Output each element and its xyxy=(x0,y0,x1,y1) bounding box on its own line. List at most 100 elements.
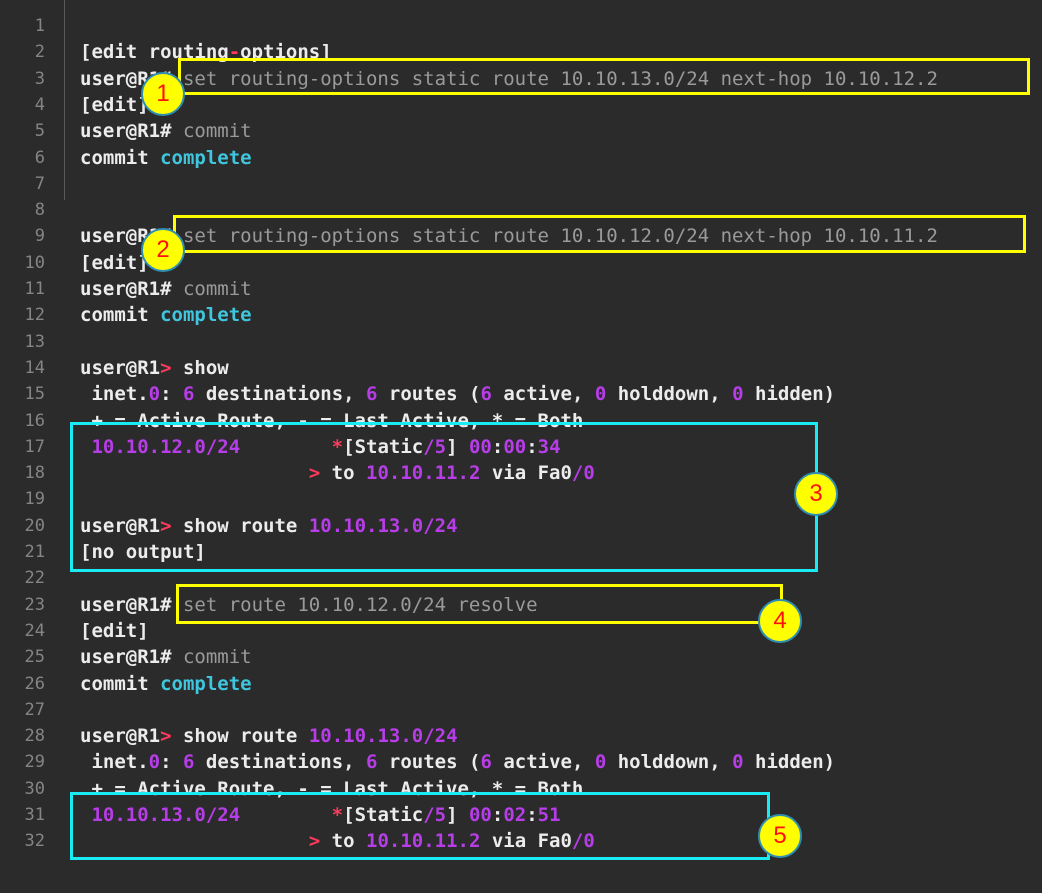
code-token: 00 xyxy=(468,804,492,826)
line-number: 21 xyxy=(24,542,45,562)
code-token: 10.10.11.2 xyxy=(366,830,481,853)
code-token: holddown, xyxy=(606,751,733,774)
line-number: 23 xyxy=(24,594,45,615)
line-number: 16 xyxy=(24,410,45,431)
code-token: : xyxy=(160,751,183,774)
line-number: 7 xyxy=(34,173,45,194)
code-token: active, xyxy=(491,751,595,774)
code-line: 14 user@R1> show xyxy=(0,355,1042,381)
code-token: commit xyxy=(80,304,161,327)
code-token: destinations, xyxy=(194,751,367,774)
code-token: /5 xyxy=(423,435,447,458)
code-token: to xyxy=(320,462,366,485)
code-line: 4 [edit] xyxy=(0,92,1042,118)
code-token: [Static xyxy=(343,804,424,826)
code-token: user@R1# xyxy=(80,593,183,616)
line-number: 18 xyxy=(24,463,45,484)
code-token: set routing-options static route 10.10.1… xyxy=(182,225,938,248)
code-token: : xyxy=(526,804,538,826)
line-code: + = Active Route, - = Last Active, * = B… xyxy=(80,776,583,802)
line-code: inet.0: 6 destinations, 6 routes (6 acti… xyxy=(80,381,835,407)
line-number: 20 xyxy=(24,515,45,536)
code-line: 32 > to 10.10.11.2 via Fa0/0 xyxy=(0,828,1042,854)
code-token: user@R1# xyxy=(80,278,183,300)
code-token: user@R1 xyxy=(80,725,161,748)
line-code: 10.10.12.0/24 *[Static/5] 00:00:34 xyxy=(80,434,560,460)
code-line: 10 [edit] xyxy=(0,250,1042,276)
line-code: [edit] xyxy=(80,92,149,118)
code-token: 6 xyxy=(366,383,378,406)
code-line: 11 user@R1# commit xyxy=(0,276,1042,302)
code-token: user@R1# xyxy=(80,646,183,669)
code-token: > xyxy=(160,514,172,537)
line-number: 25 xyxy=(24,647,45,668)
line-number: 17 xyxy=(24,436,45,457)
code-token: routes ( xyxy=(377,383,481,406)
code-token: commit xyxy=(80,672,161,695)
line-code: inet.0: 6 destinations, 6 routes (6 acti… xyxy=(80,749,835,775)
code-token: > xyxy=(160,356,172,379)
line-code: user@R1# set routing-options static rout… xyxy=(80,66,938,92)
code-token: 0 xyxy=(594,751,607,774)
code-token: 0 xyxy=(148,383,161,406)
line-number: 22 xyxy=(24,568,45,589)
code-token: ] xyxy=(446,804,469,826)
line-number: 29 xyxy=(24,752,45,773)
code-token: [edit] xyxy=(80,93,149,116)
code-token: 10.10.13.0/24 xyxy=(308,514,458,537)
code-line: 28 user@R1> show route 10.10.13.0/24 xyxy=(0,723,1042,749)
line-number: 9 xyxy=(34,226,45,247)
code-line: 8 xyxy=(0,197,1042,223)
code-line: 22 xyxy=(0,565,1042,591)
code-token: 10.10.11.2 xyxy=(366,462,481,485)
line-number: 5 xyxy=(34,121,45,142)
code-token: commit xyxy=(80,146,161,169)
line-number: 11 xyxy=(24,279,45,299)
code-token: 6 xyxy=(182,751,195,774)
code-token: * xyxy=(331,804,344,826)
code-token: active, xyxy=(491,383,595,406)
code-token: user@R1 xyxy=(80,356,161,379)
line-code: [edit] xyxy=(80,250,149,276)
code-token: : xyxy=(491,435,504,458)
code-editor[interactable]: 1 2 [edit routing-options] 3 user@R1# set ro… xyxy=(0,0,1042,893)
line-number: 14 xyxy=(24,357,45,378)
code-line: 5 user@R1# commit xyxy=(0,118,1042,144)
code-line: 30 + = Active Route, - = Last Active, * … xyxy=(0,776,1042,802)
line-code: commit complete xyxy=(80,671,252,697)
code-token: > xyxy=(308,830,321,853)
code-token: via Fa0 xyxy=(480,462,572,485)
code-line: 24 [edit] xyxy=(0,618,1042,644)
line-number: 28 xyxy=(24,726,45,747)
code-line: 12 commit complete xyxy=(0,302,1042,328)
line-number: 31 xyxy=(24,805,45,825)
code-token: : xyxy=(491,804,504,826)
line-code: user@R1> show route 10.10.13.0/24 xyxy=(80,723,458,749)
code-token: > xyxy=(308,462,321,485)
code-token: [edit routing xyxy=(80,41,229,64)
code-line: 25 user@R1# commit xyxy=(0,644,1042,670)
code-line: 29 inet.0: 6 destinations, 6 routes (6 a… xyxy=(0,749,1042,775)
code-token: show route xyxy=(171,725,309,748)
code-token: 0 xyxy=(732,383,744,406)
code-line: 2 [edit routing-options] xyxy=(0,39,1042,65)
code-token: 00 xyxy=(503,435,527,458)
code-token: options] xyxy=(240,41,332,64)
code-token: 0 xyxy=(594,383,607,406)
code-token: 10.10.13.0/24 xyxy=(80,804,241,826)
line-number: 6 xyxy=(34,147,45,168)
line-code: [edit] xyxy=(80,618,149,644)
code-token: > xyxy=(160,725,172,748)
line-number: 8 xyxy=(34,200,45,221)
code-token: commit xyxy=(182,278,252,300)
line-number: 24 xyxy=(24,620,45,641)
code-token: show xyxy=(171,356,229,379)
code-line: 21 [no output] xyxy=(0,539,1042,565)
code-token: [Static xyxy=(343,435,424,458)
code-token: [no output] xyxy=(80,541,206,563)
code-token: inet. xyxy=(80,751,149,774)
line-code: [no output] xyxy=(80,539,206,565)
